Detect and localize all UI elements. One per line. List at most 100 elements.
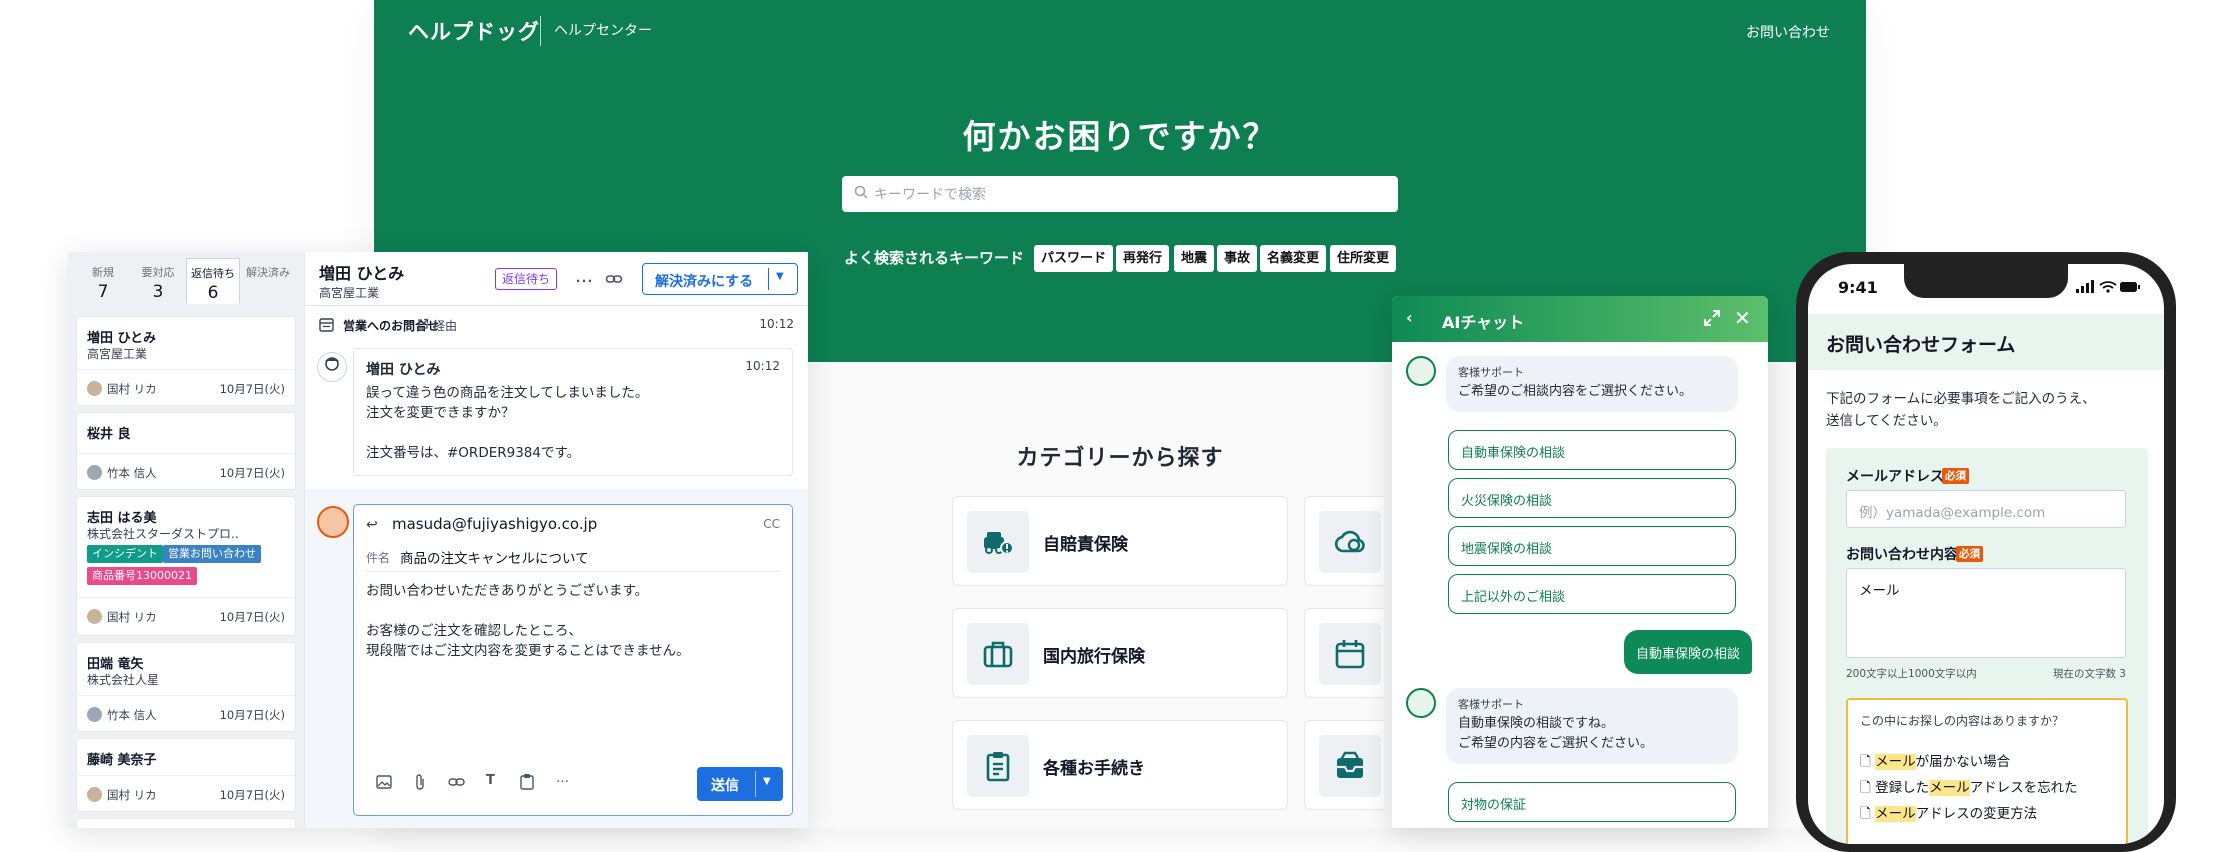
suitcase-icon — [983, 641, 1013, 668]
link-icon[interactable] — [605, 270, 623, 288]
content-textarea[interactable]: メール — [1846, 568, 2126, 658]
category-card-domestic-travel[interactable]: 国内旅行保険 — [952, 608, 1288, 698]
keyword-chip[interactable]: 事故 — [1217, 245, 1258, 272]
back-icon[interactable]: ‹ — [1406, 308, 1413, 327]
clipboard-icon[interactable] — [520, 773, 534, 790]
suggestion-box: この中にお探しの内容はありますか？ 🗋 メールが届かない場合 🗋 登録したメール… — [1846, 698, 2128, 844]
chat-option-button[interactable]: 対物の保証 — [1448, 782, 1736, 822]
bot-message-text: ご希望のご相談内容をご選択ください。 — [1458, 384, 1693, 399]
send-button-label: 送信 — [711, 778, 739, 794]
contact-link[interactable]: お問い合わせ — [1746, 22, 1830, 42]
divider — [77, 453, 295, 454]
reply-editor[interactable]: ↩ masuda@fujiyashigyo.co.jp CC 件名 商品の注文キ… — [353, 504, 793, 816]
ticket-date: 10月7日(火) — [219, 382, 285, 396]
category-card-jibaiseki[interactable]: 自賠責保険 — [952, 496, 1288, 586]
suggestion-highlight: メール — [1875, 754, 1916, 770]
ticket-card[interactable]: 田端 竜矢 株式会社人星 竹本 信人 10月7日(火) — [76, 642, 296, 732]
keyword-chip[interactable]: パスワード — [1034, 245, 1114, 272]
ticket-date: 10月7日(火) — [219, 788, 285, 802]
tag-incident[interactable]: インシデント — [87, 545, 163, 563]
image-icon[interactable] — [376, 775, 392, 789]
status-badge[interactable]: 返信待ち — [495, 268, 558, 290]
message-sender: 増田 ひとみ — [366, 362, 441, 378]
chevron-down-icon[interactable]: ▼ — [776, 271, 784, 282]
search-input[interactable]: キーワードで検索 — [842, 176, 1398, 212]
suggestion-item[interactable]: 🗋 登録したメールアドレスを忘れた — [1860, 776, 2078, 801]
category-icon-box — [1319, 511, 1381, 573]
external-link-icon[interactable] — [417, 318, 429, 330]
tag-sales-inquiry[interactable]: 営業お問い合わせ — [163, 545, 261, 563]
ticket-card[interactable]: 桜井 良 竹本 信人 10月7日(火) — [76, 412, 296, 490]
category-icon-box — [967, 511, 1029, 573]
option-label: 火災保険の相談 — [1461, 494, 1553, 509]
category-card[interactable] — [1304, 496, 1384, 586]
document-icon: 🗋 — [1860, 806, 1876, 822]
assignee-name: 竹本 信人 — [107, 708, 157, 722]
logo[interactable]: ヘルプドッグ — [408, 16, 540, 46]
keyword-chip[interactable]: 名義変更 — [1260, 245, 1327, 272]
customer-name: 田端 竜矢 — [87, 657, 144, 672]
person-icon — [325, 357, 339, 371]
tag-product-number[interactable]: 商品番号13000021 — [87, 567, 197, 585]
close-icon[interactable]: ✕ — [1734, 306, 1751, 330]
message-body: 誤って違う色の商品を注文してしまいました。 注文を変更できますか？ 注文番号は、… — [366, 385, 649, 461]
form-description: 下記のフォームに必要事項をご記入のうえ、 送信してください。 — [1826, 391, 2096, 429]
tab-needs-action[interactable]: 要対応 3 — [131, 258, 185, 304]
suggestion-item[interactable]: 🗋 メールが届かない場合 — [1860, 750, 2010, 775]
text-format-icon[interactable]: T — [486, 773, 495, 788]
content-label: お問い合わせ内容 — [1846, 547, 1958, 563]
tab-count: 3 — [152, 282, 164, 302]
email-field[interactable]: 例）yamada@example.com — [1846, 490, 2126, 528]
category-card-procedures[interactable]: 各種お手続き — [952, 720, 1288, 810]
tab-label: 返信待ち — [191, 267, 235, 280]
assignee-name: 国村 リカ — [107, 382, 157, 396]
tab-resolved[interactable]: 解決済み — [241, 258, 295, 304]
reply-to-address[interactable]: masuda@fujiyashigyo.co.jp — [392, 515, 597, 533]
logo-divider — [540, 16, 541, 46]
ticket-card[interactable] — [76, 818, 296, 828]
category-card[interactable] — [1304, 608, 1384, 698]
tab-new[interactable]: 新規 7 — [76, 258, 130, 304]
paperclip-icon[interactable] — [414, 773, 426, 791]
chat-option-button[interactable]: 地震保険の相談 — [1448, 526, 1736, 566]
resolve-button-label: 解決済みにする — [655, 274, 754, 290]
search-icon — [854, 185, 868, 199]
send-button[interactable]: 送信 ▼ — [697, 767, 783, 801]
customer-company: 株式会社人星 — [87, 673, 160, 687]
bot-avatar — [1406, 356, 1436, 386]
keyword-chip[interactable]: 住所変更 — [1330, 245, 1397, 272]
document-icon: 🗋 — [1860, 780, 1876, 796]
more-button[interactable]: … — [575, 266, 594, 287]
expand-icon[interactable] — [1702, 308, 1722, 328]
ticket-card[interactable]: 増田 ひとみ 高宮屋工業 国村 リカ 10月7日(火) — [76, 316, 296, 406]
link-icon[interactable] — [448, 775, 466, 789]
customer-name: 増田 ひとみ — [87, 331, 157, 346]
document-icon: 🗋 — [1860, 754, 1876, 770]
ticket-card[interactable]: 志田 はる美 株式会社スターダストプロ.. インシデント 営業お問い合わせ 商品… — [76, 496, 296, 636]
avatar — [87, 787, 102, 802]
tab-count: 6 — [207, 283, 219, 303]
chat-option-button[interactable]: 自動車保険の相談 — [1448, 430, 1736, 470]
category-card[interactable] — [1304, 720, 1384, 810]
more-options-button[interactable]: … — [556, 771, 570, 786]
cc-button[interactable]: CC — [763, 517, 780, 531]
ticket-card[interactable]: 藤崎 美奈子 国村 リカ 10月7日(火) — [76, 738, 296, 812]
chat-option-button[interactable]: 上記以外のご相談 — [1448, 574, 1736, 614]
keyword-chip[interactable]: 再発行 — [1116, 245, 1170, 272]
form-title: お問い合わせフォーム — [1826, 334, 2016, 356]
keyword-chip[interactable]: 地震 — [1174, 245, 1215, 272]
phone-notch — [1904, 264, 2068, 298]
divider — [305, 305, 808, 306]
reply-body[interactable]: お問い合わせいただきありがとうございます。 お客様のご注文を確認したところ、 現… — [366, 581, 690, 661]
avatar — [87, 381, 102, 396]
suggestion-item[interactable]: 🗋 メールアドレスの変更方法 — [1860, 802, 2037, 827]
tab-awaiting-reply[interactable]: 返信待ち 6 — [186, 258, 240, 304]
chat-option-button[interactable]: 火災保険の相談 — [1448, 478, 1736, 518]
phone-screen: 9:41 お問い合わせフォーム 下記のフォームに必要事項をご記入のうえ、 送信し… — [1808, 264, 2164, 844]
resolve-button[interactable]: 解決済みにする ▼ — [642, 263, 798, 295]
divider — [77, 597, 295, 598]
chevron-down-icon[interactable]: ▼ — [763, 776, 771, 787]
option-label: 自動車保険の相談 — [1461, 446, 1566, 461]
subject-field[interactable]: 商品の注文キャンセルについて — [400, 547, 589, 567]
category-icon-box — [1319, 623, 1381, 685]
